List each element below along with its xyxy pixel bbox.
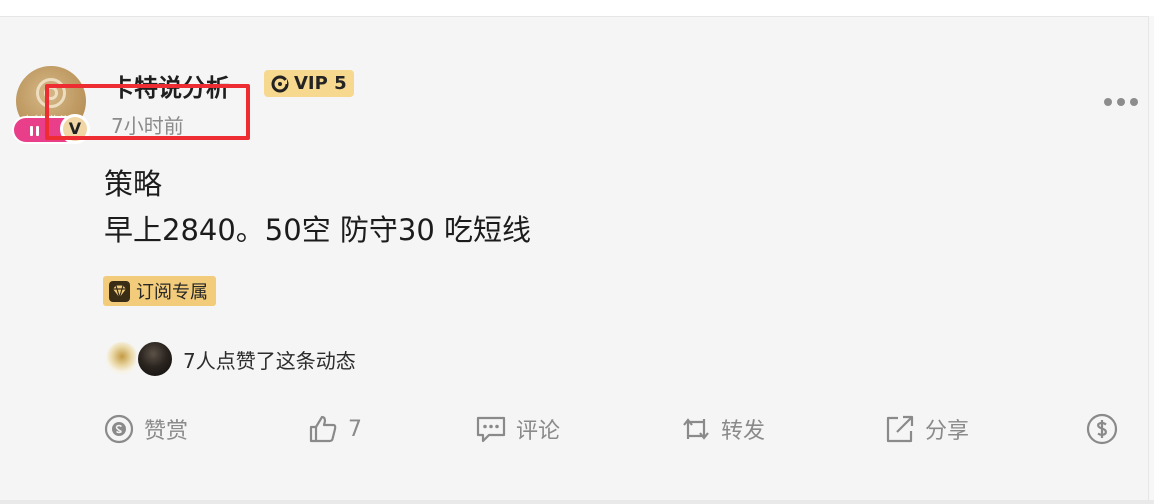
like-button[interactable]: 7 — [307, 410, 362, 448]
diamond-icon — [109, 280, 130, 302]
repost-label: 转发 — [721, 419, 766, 444]
tip-button[interactable] — [1086, 410, 1118, 448]
vip-label: VIP 5 — [294, 73, 347, 94]
reward-label: 赞赏 — [144, 419, 189, 444]
liker-avatars[interactable] — [104, 340, 176, 378]
live-bars-icon — [30, 126, 40, 136]
subscription-tag-label: 订阅专属 — [136, 282, 208, 303]
share-button[interactable]: 分享 — [884, 410, 969, 448]
comment-bubble-icon — [476, 416, 506, 443]
subscription-tag[interactable]: 订阅专属 — [103, 276, 216, 306]
coin-circle-icon — [104, 414, 134, 444]
reward-button[interactable]: 赞赏 — [103, 410, 188, 448]
vip-badge[interactable]: VIP 5 — [264, 70, 354, 97]
likes-summary[interactable]: 7人点赞了这条动态 — [183, 345, 356, 374]
top-strip — [0, 0, 1154, 16]
liker-avatar[interactable] — [136, 340, 174, 378]
more-dots-icon[interactable] — [1104, 96, 1140, 110]
post-content-line: 早上2840。50空 防守30 吃短线 — [104, 213, 532, 247]
dollar-circle-icon — [1086, 413, 1118, 445]
post-content-line: 策略 — [104, 167, 163, 201]
highlight-annotation-box — [45, 84, 250, 140]
liker-avatar[interactable] — [104, 340, 140, 376]
comment-label: 评论 — [516, 419, 561, 444]
like-count: 7 — [348, 416, 362, 442]
share-label: 分享 — [925, 419, 970, 444]
thumbs-up-icon — [309, 415, 337, 443]
repost-arrows-icon — [683, 418, 709, 440]
vip-logo-icon — [271, 75, 289, 92]
repost-button[interactable]: 转发 — [680, 410, 765, 448]
share-out-icon — [886, 415, 914, 443]
comment-button[interactable]: 评论 — [475, 410, 560, 448]
bottom-divider — [0, 500, 1154, 504]
